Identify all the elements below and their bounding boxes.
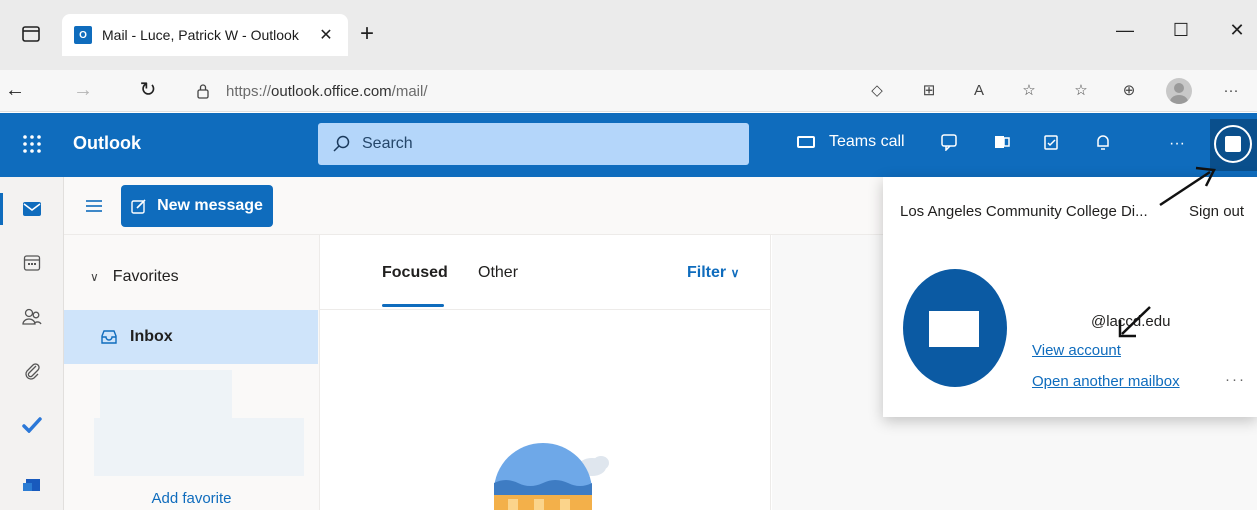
word-app-icon[interactable] <box>0 457 64 509</box>
account-photo-avatar[interactable] <box>903 269 1007 387</box>
loading-placeholder <box>100 370 232 418</box>
teams-call-label: Teams call <box>829 133 905 150</box>
address-bar[interactable]: https://outlook.office.com/mail/ <box>180 75 830 107</box>
forward-arrow-icon: → <box>73 79 93 101</box>
new-message-label: New message <box>157 197 263 214</box>
inbox-label: Inbox <box>130 328 173 345</box>
open-another-mailbox-link[interactable]: Open another mailbox <box>1032 373 1180 390</box>
loading-placeholder <box>94 418 304 476</box>
favorites-label: Favorites <box>112 268 179 285</box>
chat-icon[interactable] <box>940 133 962 155</box>
address-toolbar: ← → ↻ https://outlook.office.com/mail/ ◇… <box>0 70 1257 112</box>
url-path: /mail/ <box>391 82 428 100</box>
favorites-icon[interactable]: ☆ <box>1070 80 1092 102</box>
add-favorite-icon[interactable]: ☆ <box>1018 80 1040 102</box>
maximize-button[interactable]: ☐ <box>1166 20 1196 41</box>
account-manager-button[interactable] <box>1210 119 1257 171</box>
search-box[interactable] <box>318 123 749 165</box>
calendar-icon[interactable] <box>0 237 64 289</box>
sign-out-link[interactable]: Sign out <box>1189 203 1244 220</box>
browser-profile-avatar[interactable] <box>1166 78 1192 104</box>
video-camera-icon <box>797 136 815 148</box>
notifications-bell-icon[interactable] <box>1094 133 1116 155</box>
compose-icon <box>131 199 146 214</box>
back-arrow-icon[interactable]: ← <box>2 78 28 102</box>
lock-icon <box>197 84 209 99</box>
hamburger-menu-icon[interactable] <box>85 199 103 213</box>
search-icon <box>333 135 350 152</box>
app-rail <box>0 177 64 510</box>
teams-call-button[interactable]: Teams call <box>797 133 905 151</box>
inbox-icon <box>101 330 117 344</box>
tab-focused[interactable]: Focused <box>382 264 448 282</box>
account-email: @laccd.edu <box>1091 313 1171 330</box>
view-account-link[interactable]: View account <box>1032 342 1121 359</box>
browser-menu-icon[interactable]: ··· <box>1220 80 1242 102</box>
minimize-button[interactable]: — <box>1110 20 1140 41</box>
app-available-icon[interactable]: ⊞ <box>918 80 940 102</box>
outlook-favicon-icon: O <box>74 26 92 44</box>
attachment-icon[interactable] <box>0 345 64 397</box>
url-host: outlook.office.com <box>271 82 392 100</box>
app-launcher-icon[interactable] <box>22 134 42 154</box>
read-aloud-icon[interactable]: A <box>968 80 990 102</box>
new-tab-button[interactable]: + <box>360 22 374 46</box>
empty-inbox-illustration <box>494 443 616 510</box>
favorites-header[interactable]: ∨ Favorites <box>90 268 179 286</box>
header-more-icon[interactable]: ··· <box>1166 133 1188 155</box>
folder-item-inbox[interactable]: Inbox <box>64 310 318 364</box>
office-icon[interactable] <box>993 133 1015 155</box>
tab-title: Mail - Luce, Patrick W - Outlook <box>102 27 299 43</box>
todo-check-icon[interactable] <box>0 399 64 451</box>
collections-icon[interactable]: ⊕ <box>1118 80 1140 102</box>
people-icon[interactable] <box>0 291 64 343</box>
url-scheme: https:// <box>226 82 272 100</box>
divider <box>320 309 770 310</box>
chevron-down-icon: ∨ <box>730 266 740 280</box>
my-day-icon[interactable] <box>1042 133 1064 155</box>
outlook-header: Outlook Teams call ··· <box>0 113 1257 177</box>
tab-close-icon[interactable]: ✕ <box>316 25 336 45</box>
new-message-button[interactable]: New message <box>121 185 273 227</box>
account-flyout: Los Angeles Community College Di... Sign… <box>883 177 1257 417</box>
chevron-down-icon: ∨ <box>90 270 99 284</box>
filter-button[interactable]: Filter ∨ <box>687 264 739 282</box>
reading-view-icon[interactable]: ◇ <box>866 80 888 102</box>
filter-label: Filter <box>687 264 727 281</box>
outlook-brand[interactable]: Outlook <box>73 133 141 154</box>
tab-other[interactable]: Other <box>478 264 518 282</box>
browser-tab[interactable]: O Mail - Luce, Patrick W - Outlook ✕ <box>62 14 348 56</box>
search-input[interactable] <box>362 135 722 153</box>
refresh-icon[interactable]: ↻ <box>135 78 161 102</box>
organization-name: Los Angeles Community College Di... <box>900 203 1148 220</box>
selected-tab-indicator <box>382 304 444 307</box>
account-avatar <box>1214 125 1252 163</box>
add-favorite-link[interactable]: Add favorite <box>64 490 319 507</box>
tab-actions-icon[interactable] <box>22 26 40 42</box>
browser-tab-strip: O Mail - Luce, Patrick W - Outlook ✕ + —… <box>0 0 1257 70</box>
account-more-icon[interactable]: ··· <box>1225 371 1246 388</box>
mail-icon[interactable] <box>0 183 64 235</box>
window-close-button[interactable]: ✕ <box>1222 20 1252 41</box>
